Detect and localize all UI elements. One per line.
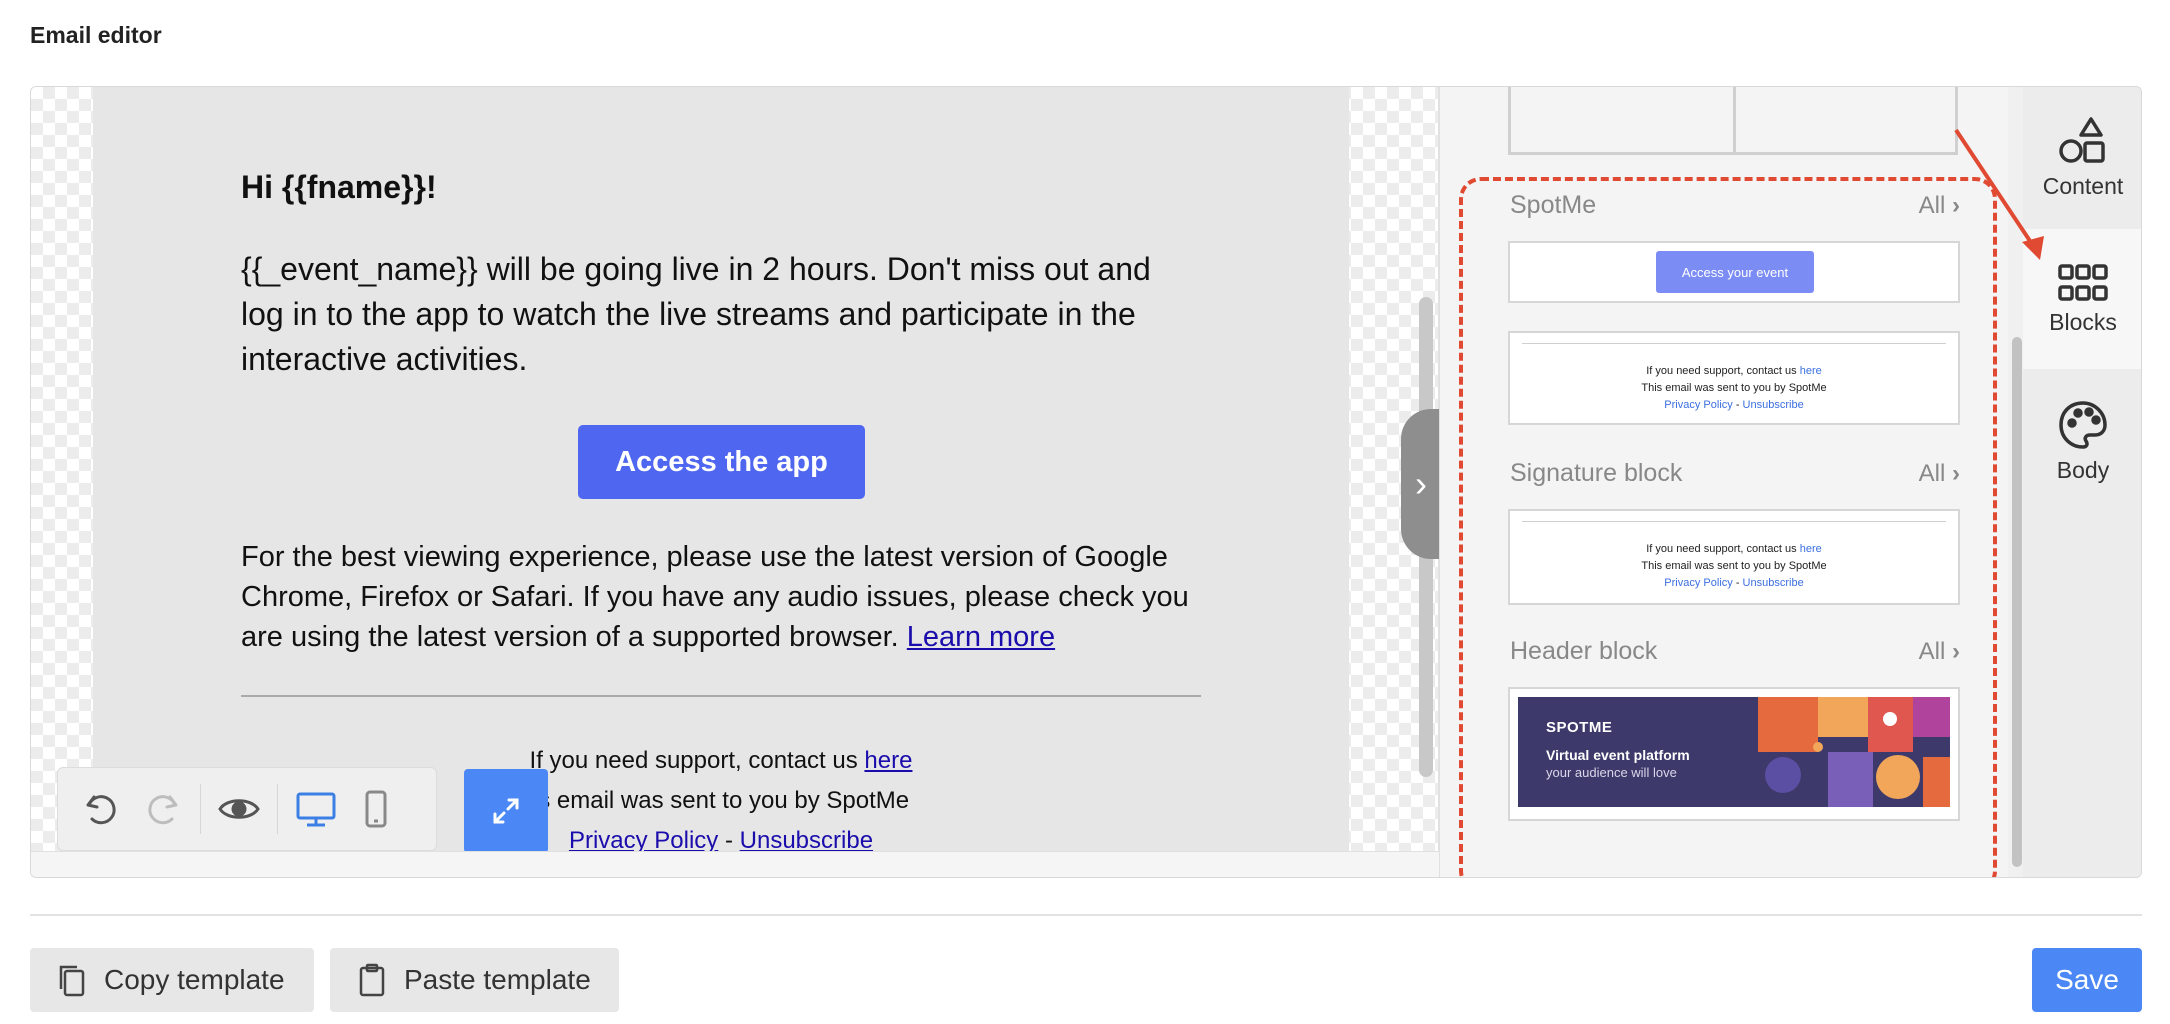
email-paragraph-1[interactable]: {{_event_name}} will be going live in 2 … (241, 247, 1161, 382)
expand-icon (493, 798, 519, 824)
toolbar-separator (277, 784, 278, 834)
support-text: If you need support, contact us (529, 747, 858, 774)
redo-icon (148, 795, 178, 825)
paste-template-button[interactable]: Paste template (330, 948, 619, 1012)
support-here-link[interactable]: here (864, 747, 912, 774)
mobile-icon (365, 790, 387, 828)
copy-template-button[interactable]: Copy template (30, 948, 314, 1012)
undo-icon (86, 795, 116, 825)
eye-icon (218, 799, 260, 819)
redo-button[interactable] (132, 779, 192, 839)
shapes-icon (2059, 116, 2105, 163)
email-editor: Hi {{fname}}! {{_event_name}} will be go… (30, 86, 2142, 878)
copy-template-label: Copy template (104, 964, 285, 995)
canvas-footer (31, 851, 1439, 877)
preview-button[interactable] (209, 779, 269, 839)
desktop-view-button[interactable] (286, 779, 346, 839)
privacy-policy-link[interactable]: Privacy Policy (569, 827, 718, 854)
access-app-button[interactable]: Access the app (578, 425, 865, 499)
email-preview[interactable]: Hi {{fname}}! {{_event_name}} will be go… (93, 87, 1349, 854)
tab-blocks-label: Blocks (2049, 308, 2117, 335)
editor-toolbar (57, 767, 437, 851)
page-title: Email editor (30, 22, 162, 48)
panel-scrollbar[interactable] (2012, 337, 2022, 867)
expand-button[interactable] (464, 769, 548, 853)
email-paragraph-2[interactable]: For the best viewing experience, please … (241, 537, 1201, 657)
unsubscribe-link[interactable]: Unsubscribe (740, 827, 873, 854)
collapse-panel-handle[interactable]: › (1401, 409, 1441, 559)
clipboard-icon (359, 963, 385, 997)
grid-icon (2058, 263, 2108, 301)
blocks-highlight-box (1459, 177, 1997, 877)
toolbar-separator (200, 784, 201, 834)
email-canvas: Hi {{fname}}! {{_event_name}} will be go… (31, 87, 1441, 854)
email-divider (241, 695, 1201, 697)
tab-content-label: Content (2042, 172, 2124, 199)
tab-body[interactable]: Body (2023, 371, 2141, 511)
desktop-icon (296, 792, 336, 827)
learn-more-link[interactable]: Learn more (907, 621, 1055, 653)
paste-template-label: Paste template (404, 964, 591, 995)
mobile-view-button[interactable] (346, 779, 406, 839)
palette-icon (2059, 400, 2107, 449)
bottom-divider (30, 914, 2142, 916)
annotation-arrow (1954, 128, 2044, 260)
layout-tiles[interactable] (1508, 87, 1958, 155)
link-separator: - (718, 827, 740, 854)
email-greeting[interactable]: Hi {{fname}}! (241, 169, 437, 206)
copy-icon (59, 965, 85, 997)
save-button[interactable]: Save (2032, 948, 2142, 1012)
undo-button[interactable] (72, 779, 132, 839)
chevron-right-icon: › (1415, 463, 1427, 504)
tab-body-label: Body (2056, 456, 2110, 483)
